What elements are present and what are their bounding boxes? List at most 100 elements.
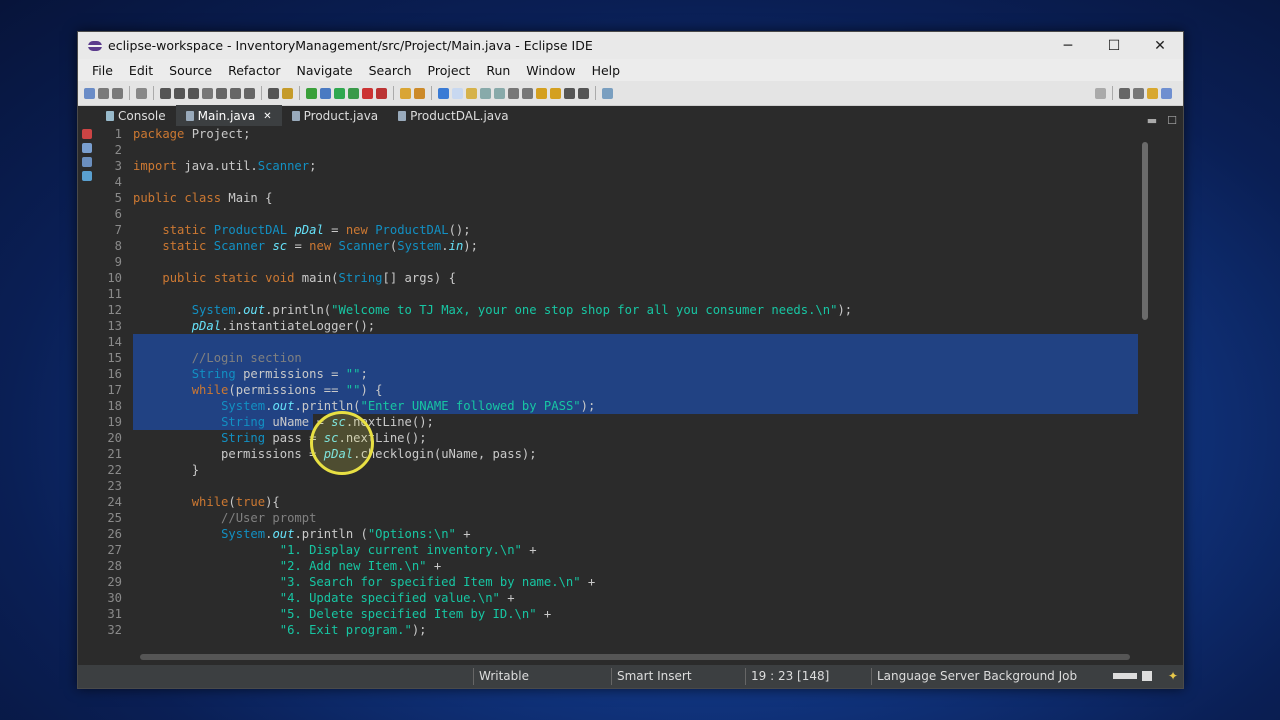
save-icon[interactable] bbox=[98, 87, 109, 99]
code-line[interactable]: 5 public class Main { bbox=[98, 190, 1138, 206]
debug-icon[interactable] bbox=[320, 87, 331, 99]
block-selection-icon[interactable] bbox=[480, 87, 491, 99]
pin-editor-icon[interactable] bbox=[602, 87, 613, 99]
nav-back-icon[interactable] bbox=[564, 87, 575, 99]
step-into-icon[interactable] bbox=[216, 87, 227, 99]
code-text[interactable]: while(true){ bbox=[133, 494, 280, 510]
code-line[interactable]: 4 bbox=[98, 174, 1138, 190]
code-line[interactable]: 26 System.out.println ("Options:\n" + bbox=[98, 526, 1138, 542]
terminate-icon[interactable] bbox=[188, 87, 199, 99]
tab-close-icon[interactable]: ✕ bbox=[263, 111, 271, 122]
disconnect-icon[interactable] bbox=[202, 87, 213, 99]
code-line[interactable]: 11 bbox=[98, 286, 1138, 302]
prev-annotation-icon[interactable] bbox=[522, 87, 533, 99]
coverage-icon[interactable] bbox=[306, 87, 317, 99]
code-line[interactable]: 18 System.out.println("Enter UNAME follo… bbox=[98, 398, 1138, 414]
code-text[interactable]: System.out.println("Welcome to TJ Max, y… bbox=[133, 302, 852, 318]
restore-view-icon[interactable] bbox=[82, 129, 92, 139]
menu-window[interactable]: Window bbox=[518, 63, 583, 78]
code-line[interactable]: 12 System.out.println("Welcome to TJ Max… bbox=[98, 302, 1138, 318]
brush-icon[interactable] bbox=[414, 87, 425, 99]
close-button[interactable]: ✕ bbox=[1137, 32, 1183, 59]
code-line[interactable]: 16 String permissions = ""; bbox=[98, 366, 1138, 382]
code-line[interactable]: 31 "5. Delete specified Item by ID.\n" + bbox=[98, 606, 1138, 622]
code-line[interactable]: 30 "4. Update specified value.\n" + bbox=[98, 590, 1138, 606]
code-text[interactable]: "3. Search for specified Item by name.\n… bbox=[133, 574, 596, 590]
code-text[interactable]: System.out.println ("Options:\n" + bbox=[133, 526, 471, 542]
quick-access-icon[interactable] bbox=[1095, 87, 1106, 99]
menu-edit[interactable]: Edit bbox=[121, 63, 161, 78]
code-text[interactable]: import java.util.Scanner; bbox=[133, 158, 316, 174]
open-perspective-icon[interactable] bbox=[1119, 87, 1130, 99]
menu-project[interactable]: Project bbox=[420, 63, 479, 78]
menu-source[interactable]: Source bbox=[161, 63, 220, 78]
skip-breakpoints-icon[interactable] bbox=[136, 87, 147, 99]
code-line[interactable]: 1 package Project; bbox=[98, 126, 1138, 142]
menu-refactor[interactable]: Refactor bbox=[220, 63, 288, 78]
code-text[interactable]: static ProductDAL pDal = new ProductDAL(… bbox=[133, 222, 470, 238]
code-line[interactable]: 10 public static void main(String[] args… bbox=[98, 270, 1138, 286]
vertical-scrollbar[interactable] bbox=[1138, 126, 1154, 644]
tip-icon[interactable]: ✦ bbox=[1168, 669, 1178, 683]
new-java-project-icon[interactable] bbox=[376, 87, 387, 99]
vertical-scroll-thumb[interactable] bbox=[1142, 142, 1148, 320]
code-text[interactable]: //User prompt bbox=[133, 510, 316, 526]
code-text[interactable]: } bbox=[133, 462, 199, 478]
code-line[interactable]: 15 //Login section bbox=[98, 350, 1138, 366]
code-text[interactable]: "4. Update specified value.\n" + bbox=[133, 590, 515, 606]
menu-search[interactable]: Search bbox=[361, 63, 420, 78]
forward-icon[interactable] bbox=[550, 87, 561, 99]
save-all-icon[interactable] bbox=[112, 87, 123, 99]
word-wrap-icon[interactable] bbox=[466, 87, 477, 99]
maximize-button[interactable]: ☐ bbox=[1091, 32, 1137, 59]
code-text[interactable]: "6. Exit program."); bbox=[133, 622, 427, 638]
code-line[interactable]: 22 } bbox=[98, 462, 1138, 478]
code-line[interactable]: 2 bbox=[98, 142, 1138, 158]
horizontal-scroll-thumb[interactable] bbox=[140, 654, 1130, 660]
code-text[interactable]: "2. Add new Item.\n" + bbox=[133, 558, 441, 574]
whitespace-icon[interactable] bbox=[494, 87, 505, 99]
progress-view-icon[interactable] bbox=[1142, 671, 1152, 681]
run-icon[interactable] bbox=[334, 87, 345, 99]
menu-file[interactable]: File bbox=[84, 63, 121, 78]
status-background-job[interactable]: Language Server Background Job bbox=[877, 669, 1077, 683]
menu-navigate[interactable]: Navigate bbox=[289, 63, 361, 78]
code-line[interactable]: 7 static ProductDAL pDal = new ProductDA… bbox=[98, 222, 1138, 238]
code-line[interactable]: 21 permissions = pDal.checklogin(uName, … bbox=[98, 446, 1138, 462]
code-text[interactable]: String pass = sc.nextLine(); bbox=[133, 430, 426, 446]
mark-occurrences-icon[interactable] bbox=[452, 87, 463, 99]
java-perspective-icon[interactable] bbox=[1133, 87, 1144, 99]
toggle-comment-icon[interactable] bbox=[268, 87, 279, 99]
code-line[interactable]: 13 pDal.instantiateLogger(); bbox=[98, 318, 1138, 334]
code-line[interactable]: 20 String pass = sc.nextLine(); bbox=[98, 430, 1138, 446]
open-type-icon[interactable] bbox=[282, 87, 293, 99]
git-perspective-icon[interactable] bbox=[1161, 87, 1172, 99]
step-over-icon[interactable] bbox=[230, 87, 241, 99]
code-line[interactable]: 29 "3. Search for specified Item by name… bbox=[98, 574, 1138, 590]
back-icon[interactable] bbox=[536, 87, 547, 99]
horizontal-scrollbar[interactable] bbox=[130, 649, 1136, 665]
suspend-icon[interactable] bbox=[174, 87, 185, 99]
code-text[interactable]: "5. Delete specified Item by ID.\n" + bbox=[133, 606, 552, 622]
code-line[interactable]: 8 static Scanner sc = new Scanner(System… bbox=[98, 238, 1138, 254]
code-line[interactable]: 17 while(permissions == "") { bbox=[98, 382, 1138, 398]
code-line[interactable]: 25 //User prompt bbox=[98, 510, 1138, 526]
menu-run[interactable]: Run bbox=[478, 63, 518, 78]
step-return-icon[interactable] bbox=[244, 87, 255, 99]
code-text[interactable]: public class Main { bbox=[133, 190, 272, 206]
nav-forward-icon[interactable] bbox=[578, 87, 589, 99]
code-line[interactable]: 3 import java.util.Scanner; bbox=[98, 158, 1138, 174]
status-cursor-position[interactable]: 19 : 23 [148] bbox=[751, 669, 829, 683]
code-line[interactable]: 9 bbox=[98, 254, 1138, 270]
code-text[interactable]: "1. Display current inventory.\n" + bbox=[133, 542, 537, 558]
code-text[interactable]: System.out.println("Enter UNAME followed… bbox=[133, 398, 595, 414]
code-text[interactable]: while(permissions == "") { bbox=[133, 382, 383, 398]
code-editor[interactable]: 1 package Project; 2 3 import java.util.Scan… bbox=[98, 126, 1156, 644]
open-folder-icon[interactable] bbox=[400, 87, 411, 99]
code-line[interactable]: 23 bbox=[98, 478, 1138, 494]
maximize-editor-icon[interactable]: ☐ bbox=[1167, 114, 1177, 127]
package-explorer-icon[interactable] bbox=[82, 143, 92, 153]
code-text[interactable]: String permissions = ""; bbox=[133, 366, 368, 382]
outline-icon[interactable] bbox=[82, 157, 92, 167]
code-text[interactable]: public static void main(String[] args) { bbox=[133, 270, 456, 286]
